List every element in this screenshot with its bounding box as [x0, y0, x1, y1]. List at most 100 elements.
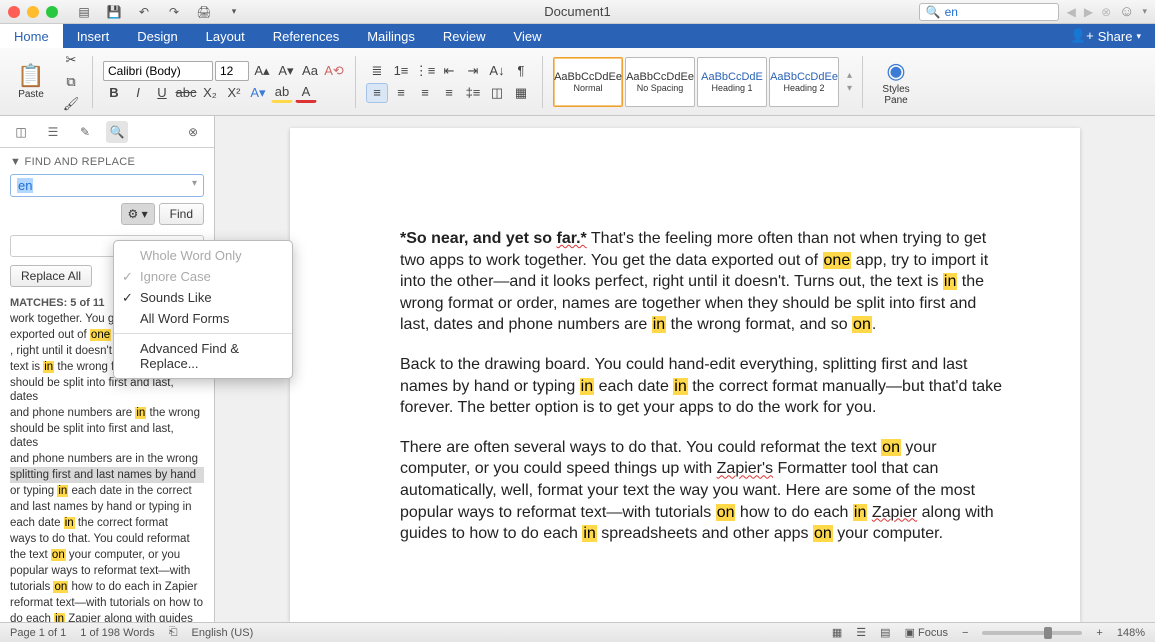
match-line[interactable]: and last names by hand or typing in	[10, 499, 204, 515]
titlebar-search[interactable]: 🔍 en	[919, 3, 1059, 21]
view-web-icon[interactable]: ▤	[880, 626, 890, 639]
page-indicator[interactable]: Page 1 of 1	[10, 627, 66, 639]
sidebar-close-icon[interactable]: ⊗	[182, 121, 204, 143]
shrink-font-icon[interactable]: A▾	[275, 61, 297, 81]
style-scroll-down-icon[interactable]: ▾	[847, 83, 852, 94]
match-line[interactable]: should be split into first and last, dat…	[10, 375, 204, 405]
sidebar-tab-search[interactable]: 🔍	[106, 121, 128, 143]
match-line[interactable]: do each in Zapier along with guides to	[10, 611, 204, 622]
match-line[interactable]: and phone numbers are in the wrong	[10, 405, 204, 421]
share-button[interactable]: 👤+ Share ▾	[1056, 24, 1155, 48]
font-color-icon[interactable]: A	[295, 83, 317, 103]
justify-icon[interactable]: ≡	[438, 83, 460, 103]
save-icon[interactable]: 💾	[106, 4, 122, 20]
align-center-icon[interactable]: ≡	[390, 83, 412, 103]
highlight-color-icon[interactable]: ab	[271, 83, 293, 103]
match-line[interactable]: tutorials on how to do each in Zapier	[10, 579, 204, 595]
align-right-icon[interactable]: ≡	[414, 83, 436, 103]
font-name-select[interactable]	[103, 61, 213, 81]
styles-pane-button[interactable]: ◉ Styles Pane	[873, 58, 919, 106]
bold-button[interactable]: B	[103, 83, 125, 103]
font-size-select[interactable]	[215, 61, 249, 81]
document-canvas[interactable]: *So near, and yet so far.* That's the fe…	[215, 116, 1155, 622]
tab-references[interactable]: References	[259, 24, 353, 48]
style-no-spacing[interactable]: AaBbCcDdEeNo Spacing	[625, 57, 695, 107]
tab-review[interactable]: Review	[429, 24, 500, 48]
close-window[interactable]	[8, 6, 20, 18]
match-line[interactable]: or typing in each date in the correct	[10, 483, 204, 499]
match-line[interactable]: reformat text—with tutorials on how to	[10, 595, 204, 611]
match-line[interactable]: ways to do that. You could reformat	[10, 531, 204, 547]
help-dropdown-icon[interactable]: ▾	[1142, 6, 1147, 17]
format-painter-icon[interactable]: 🖌	[60, 94, 82, 114]
zoom-out-button[interactable]: −	[962, 627, 968, 639]
style-normal[interactable]: AaBbCcDdEeNormal	[553, 57, 623, 107]
match-line[interactable]: splitting first and last names by hand	[10, 467, 204, 483]
change-case-icon[interactable]: Aa	[299, 61, 321, 81]
view-print-layout-icon[interactable]: ▦	[832, 626, 842, 639]
match-line[interactable]: the text on your computer, or you	[10, 547, 204, 563]
numbering-icon[interactable]: 1≡	[390, 61, 412, 81]
menu-item-sounds-like[interactable]: ✓Sounds Like	[114, 287, 292, 308]
paste-button[interactable]: 📋 Paste	[8, 63, 54, 100]
language-indicator[interactable]: English (US)	[192, 627, 254, 639]
view-outline-icon[interactable]: ☰	[856, 626, 866, 639]
borders-icon[interactable]: ▦	[510, 83, 532, 103]
sidebar-tab-outline[interactable]: ☰	[42, 121, 64, 143]
tab-design[interactable]: Design	[123, 24, 191, 48]
paragraph-2[interactable]: Back to the drawing board. You could han…	[400, 354, 1010, 419]
italic-button[interactable]: I	[127, 83, 149, 103]
copy-icon[interactable]: ⧉	[60, 72, 82, 92]
strike-button[interactable]: abc	[175, 83, 197, 103]
feedback-icon[interactable]: ☺	[1119, 3, 1134, 20]
multilevel-icon[interactable]: ⋮≡	[414, 61, 436, 81]
subscript-button[interactable]: X₂	[199, 83, 221, 103]
focus-mode-button[interactable]: ▣ Focus	[905, 626, 948, 639]
find-input[interactable]: en ▾	[10, 174, 204, 197]
spellcheck-icon[interactable]: ⎗	[169, 626, 178, 639]
nav-prev-icon[interactable]: ◀	[1067, 5, 1076, 19]
tab-insert[interactable]: Insert	[63, 24, 124, 48]
print-icon[interactable]: 🖨	[196, 4, 212, 20]
match-line[interactable]: popular ways to reformat text—with	[10, 563, 204, 579]
nav-next-icon[interactable]: ▶	[1084, 5, 1093, 19]
match-line[interactable]: and phone numbers are in the wrong	[10, 451, 204, 467]
sort-icon[interactable]: A↓	[486, 61, 508, 81]
style-heading-1[interactable]: AaBbCcDdEHeading 1	[697, 57, 767, 107]
replace-all-button[interactable]: Replace All	[10, 265, 92, 287]
paragraph-3[interactable]: There are often several ways to do that.…	[400, 437, 1010, 545]
word-count[interactable]: 1 of 198 Words	[80, 627, 154, 639]
zoom-value[interactable]: 148%	[1117, 627, 1145, 639]
tab-home[interactable]: Home	[0, 24, 63, 48]
redo-icon[interactable]: ↷	[166, 4, 182, 20]
style-scroll-up-icon[interactable]: ▴	[847, 70, 852, 81]
zoom-slider[interactable]	[982, 631, 1082, 635]
nav-close-icon[interactable]: ⊗	[1101, 5, 1111, 19]
show-marks-icon[interactable]: ¶	[510, 61, 532, 81]
tab-view[interactable]: View	[500, 24, 556, 48]
tab-layout[interactable]: Layout	[192, 24, 259, 48]
grow-font-icon[interactable]: A▴	[251, 61, 273, 81]
autosave-icon[interactable]: ▤	[76, 4, 92, 20]
paragraph-1[interactable]: *So near, and yet so far.* That's the fe…	[400, 228, 1010, 336]
zoom-in-button[interactable]: +	[1096, 627, 1102, 639]
match-line[interactable]: each date in the correct format	[10, 515, 204, 531]
indent-right-icon[interactable]: ⇥	[462, 61, 484, 81]
match-line[interactable]: should be split into first and last, dat…	[10, 421, 204, 451]
line-spacing-icon[interactable]: ‡≡	[462, 83, 484, 103]
style-heading-2[interactable]: AaBbCcDdEeHeading 2	[769, 57, 839, 107]
indent-left-icon[interactable]: ⇤	[438, 61, 460, 81]
align-left-icon[interactable]: ≡	[366, 83, 388, 103]
bullets-icon[interactable]: ≣	[366, 61, 388, 81]
undo-icon[interactable]: ↶	[136, 4, 152, 20]
cut-icon[interactable]: ✂	[60, 50, 82, 70]
minimize-window[interactable]	[27, 6, 39, 18]
underline-button[interactable]: U	[151, 83, 173, 103]
find-button[interactable]: Find	[159, 203, 204, 225]
find-options-gear[interactable]: ⚙ ▾	[121, 203, 155, 225]
zoom-thumb[interactable]	[1044, 627, 1052, 639]
dropdown-icon[interactable]: ▾	[192, 178, 197, 189]
superscript-button[interactable]: X²	[223, 83, 245, 103]
menu-item-all-word-forms[interactable]: All Word Forms	[114, 308, 292, 329]
qat-dropdown-icon[interactable]: ▾	[226, 4, 242, 20]
